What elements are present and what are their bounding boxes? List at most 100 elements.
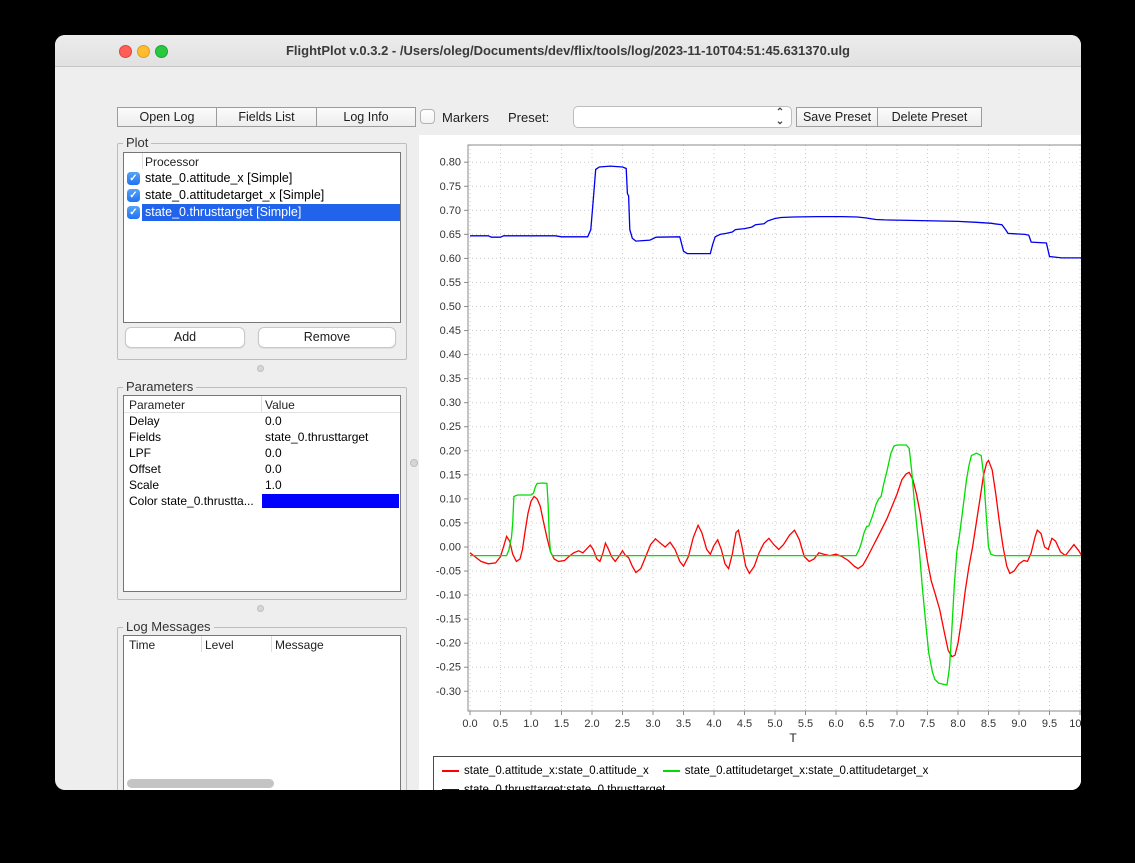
titlebar[interactable]: FlightPlot v.0.3.2 - /Users/oleg/Documen… [55,35,1081,67]
legend-line-swatch [442,770,459,772]
legend-line-swatch [663,770,680,772]
window-title: FlightPlot v.0.3.2 - /Users/oleg/Documen… [55,43,1081,58]
x-tick-label: 4.5 [737,718,752,730]
y-tick-label: -0.30 [436,686,461,698]
x-tick-label: 6.5 [859,718,874,730]
parameter-name: Fields [129,430,259,444]
chart-plot-area[interactable]: -0.30-0.25-0.20-0.15-0.10-0.050.000.050.… [419,135,1081,790]
parameter-row[interactable]: Fieldsstate_0.thrusttarget [124,429,400,445]
save-preset-button[interactable]: Save Preset [796,107,878,127]
parameter-row[interactable]: Scale 1.0 [124,477,400,493]
parameter-name: Offset [129,462,259,476]
y-tick-label: 0.75 [440,181,461,193]
y-tick-label: 0.05 [440,517,461,529]
y-tick-label: 0.15 [440,469,461,481]
series-checkbox[interactable]: ✓ [127,206,140,219]
parameter-row[interactable]: LPF0.0 [124,445,400,461]
legend-text: state_0.attitude_x:state_0.attitude_x [464,765,649,777]
x-tick-label: 2.0 [584,718,599,730]
flightplot-window: FlightPlot v.0.3.2 - /Users/oleg/Documen… [55,35,1081,790]
preset-label: Preset: [508,110,549,125]
x-tick-label: 6.0 [828,718,843,730]
x-tick-label: 8.5 [981,718,996,730]
x-tick-label: 2.5 [615,718,630,730]
y-tick-label: 0.45 [440,325,461,337]
y-tick-label: 0.55 [440,277,461,289]
x-tick-label: 8.0 [950,718,965,730]
series-label: state_0.thrusttarget [Simple] [142,204,400,221]
markers-label: Markers [442,110,489,125]
plot-list-column-header: Processor [145,155,199,169]
combobox-stepper-icon: ⌃⌄ [774,108,786,128]
parameter-value: 0.0 [265,414,282,428]
plot-group-title: Plot [123,135,151,150]
log-col-message: Message [275,638,324,652]
series-label: state_0.attitudetarget_x [Simple] [142,187,400,204]
parameters-table[interactable]: Parameter Value Delay0.0Fieldsstate_0.th… [123,395,401,592]
remove-button[interactable]: Remove [258,327,396,348]
log-info-button[interactable]: Log Info [316,107,416,127]
legend-item: state_0.attitudetarget_x:state_0.attitud… [663,765,929,777]
y-tick-label: 0.25 [440,421,461,433]
add-button[interactable]: Add [125,327,245,348]
legend-item: state_0.thrusttarget:state_0.thrusttarge… [442,784,665,791]
log-messages-table[interactable]: Time Level Message [123,635,401,790]
series-checkbox[interactable]: ✓ [127,172,140,185]
x-tick-label: 9.5 [1042,718,1057,730]
log-col-separator-1 [201,636,202,652]
x-tick-label: 7.5 [920,718,935,730]
x-tick-label: 10.0 [1069,718,1081,730]
x-tick-label: 0.5 [493,718,508,730]
open-log-button[interactable]: Open Log [117,107,217,127]
delete-preset-button[interactable]: Delete Preset [877,107,982,127]
legend-row: state_0.attitude_x:state_0.attitude_x sta… [442,761,1081,780]
plot-series-row[interactable]: ✓state_0.attitudetarget_x [Simple] [124,187,400,204]
parameter-row[interactable]: Color state_0.thrustta... [124,493,400,509]
parameter-value: 0.0 [265,446,282,460]
plot-background [468,145,1081,711]
x-axis-label: T [789,731,797,745]
markers-checkbox[interactable] [420,109,435,124]
legend-text: state_0.attitudetarget_x:state_0.attitud… [685,765,929,777]
legend-text: state_0.thrusttarget:state_0.thrusttarge… [464,784,665,791]
plot-series-row[interactable]: ✓state_0.thrusttarget [Simple] [124,204,400,221]
log-col-separator-2 [271,636,272,652]
screen: FlightPlot v.0.3.2 - /Users/oleg/Documen… [0,0,1135,863]
horizontal-scrollbar-thumb[interactable] [127,779,274,788]
parameter-name: Color state_0.thrustta... [129,494,259,508]
x-tick-label: 3.0 [645,718,660,730]
x-tick-label: 7.0 [889,718,904,730]
x-tick-label: 1.5 [554,718,569,730]
log-table-header: Time Level Message [124,636,400,653]
splitter-handle-bottom[interactable] [257,605,264,612]
y-tick-label: 0.50 [440,301,461,313]
chart-panel: -0.30-0.25-0.20-0.15-0.10-0.050.000.050.… [419,135,1081,790]
y-tick-label: 0.30 [440,397,461,409]
parameter-value: 0.0 [265,462,282,476]
plot-series-row[interactable]: ✓state_0.attitude_x [Simple] [124,170,400,187]
parameters-col-separator [261,396,262,412]
parameter-name: Scale [129,478,259,492]
y-tick-label: 0.65 [440,229,461,241]
parameter-value: 1.0 [265,478,282,492]
y-tick-label: 0.60 [440,253,461,265]
parameter-row[interactable]: Offset 0.0 [124,461,400,477]
x-tick-label: 0.0 [462,718,477,730]
vertical-splitter-handle[interactable] [410,459,418,467]
fields-list-button[interactable]: Fields List [216,107,317,127]
y-tick-label: 0.10 [440,493,461,505]
splitter-handle-top[interactable] [257,365,264,372]
series-checkbox[interactable]: ✓ [127,189,140,202]
chart-legend: state_0.attitude_x:state_0.attitude_xsta… [433,756,1081,790]
parameter-name: Delay [129,414,259,428]
legend-line-swatch [442,789,459,791]
x-tick-label: 9.0 [1011,718,1026,730]
parameter-row[interactable]: Delay 0.0 [124,413,400,429]
plot-list-header-separator [142,153,143,169]
plot-series-list[interactable]: Processor ✓state_0.attitude_x [Simple]✓s… [123,152,401,323]
x-tick-label: 5.5 [798,718,813,730]
color-swatch[interactable] [262,494,399,508]
parameters-col-parameter: Parameter [129,398,185,412]
y-tick-label: -0.05 [436,566,461,578]
preset-combobox[interactable]: ⌃⌄ [573,106,792,128]
